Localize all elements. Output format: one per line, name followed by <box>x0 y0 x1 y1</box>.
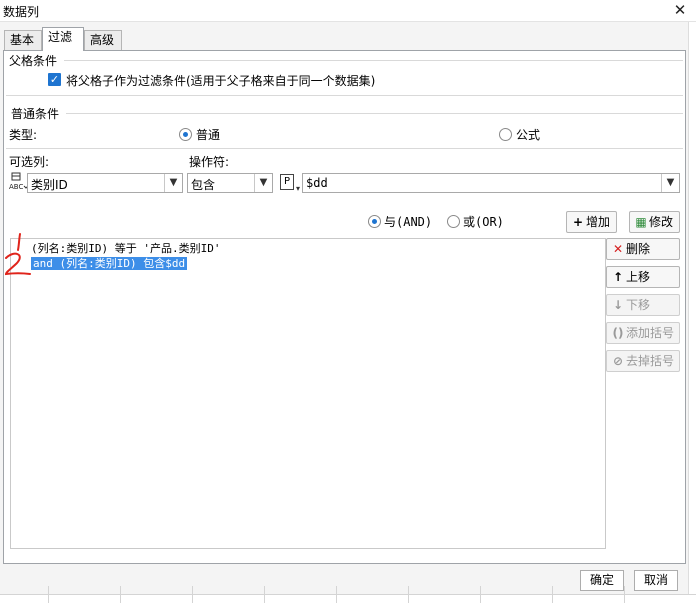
cancel-button[interactable]: 取消 <box>634 570 678 591</box>
type-label: 类型: <box>9 128 38 142</box>
arrow-up-icon: ↑ <box>612 270 624 284</box>
column-select-value: 类别ID <box>31 178 68 192</box>
add-bracket-icon: () <box>612 326 624 340</box>
operator-select-value: 包含 <box>191 178 216 192</box>
chevron-down-icon[interactable]: ▼ <box>661 174 679 192</box>
move-down-button[interactable]: ↓ 下移 <box>606 294 680 316</box>
window-title: 数据列 <box>3 5 40 19</box>
parent-filter-label: 将父格子作为过滤条件(适用于父子格来自于同一个数据集) <box>66 74 376 88</box>
plus-icon: + <box>572 215 584 229</box>
logic-and-label[interactable]: 与(AND) <box>384 213 432 230</box>
close-icon[interactable]: ✕ <box>666 0 694 20</box>
parent-filter-checkbox[interactable]: ✓ <box>48 73 61 86</box>
type-normal-radio[interactable] <box>179 128 192 141</box>
chevron-down-icon[interactable]: ▼ <box>254 174 272 192</box>
column-label: 可选列: <box>9 155 50 169</box>
operator-select[interactable]: 包含 ▼ <box>187 173 273 193</box>
tab-filter[interactable]: 过滤 <box>42 27 84 51</box>
normal-section-title: 普通条件 <box>11 107 60 121</box>
divider <box>66 113 683 114</box>
field-type-icon: ABC <box>9 172 29 192</box>
remove-bracket-button[interactable]: ⊘ 去掉括号 <box>606 350 680 372</box>
column-select[interactable]: 类别ID ▼ <box>27 173 183 193</box>
delete-x-icon: ✕ <box>612 242 624 256</box>
parameter-dropdown-icon[interactable]: ▾ <box>296 184 300 193</box>
annotation-marks <box>4 233 31 276</box>
title-bar <box>0 0 696 22</box>
type-formula-radio[interactable] <box>499 128 512 141</box>
divider <box>6 148 683 149</box>
modify-button[interactable]: ▦ 修改 <box>629 211 680 233</box>
delete-button[interactable]: ✕ 删除 <box>606 238 680 260</box>
list-item-selected[interactable]: and (列名:类别ID) 包含$dd <box>31 255 188 271</box>
value-select-value: $dd <box>306 176 328 190</box>
type-normal-label[interactable]: 普通 <box>196 126 220 143</box>
add-button[interactable]: + 增加 <box>566 211 617 233</box>
background-sheet-edge <box>688 22 696 603</box>
divider <box>64 60 683 61</box>
ok-button[interactable]: 确定 <box>580 570 624 591</box>
parent-section-title: 父格条件 <box>9 54 58 68</box>
move-up-button[interactable]: ↑ 上移 <box>606 266 680 288</box>
remove-bracket-icon: ⊘ <box>612 354 624 368</box>
divider <box>6 95 683 96</box>
logic-or-radio[interactable] <box>447 215 460 228</box>
edit-grid-icon: ▦ <box>635 215 647 229</box>
operator-label: 操作符: <box>189 155 230 169</box>
tab-basic[interactable]: 基本 <box>4 30 42 51</box>
value-select[interactable]: $dd ▼ <box>302 173 680 193</box>
tab-advanced[interactable]: 高级 <box>84 30 122 51</box>
svg-text:ABC: ABC <box>9 183 23 191</box>
chevron-down-icon[interactable]: ▼ <box>164 174 182 192</box>
arrow-down-icon: ↓ <box>612 298 624 312</box>
type-formula-label[interactable]: 公式 <box>516 126 540 143</box>
condition-list[interactable] <box>10 238 606 549</box>
logic-or-label[interactable]: 或(OR) <box>463 213 504 230</box>
parameter-toggle-icon[interactable]: P <box>280 174 294 190</box>
list-item[interactable]: (列名:类别ID) 等于 '产品.类别ID' <box>31 240 220 256</box>
background-sheet-bottom <box>0 594 696 603</box>
logic-and-radio[interactable] <box>368 215 381 228</box>
add-bracket-button[interactable]: () 添加括号 <box>606 322 680 344</box>
